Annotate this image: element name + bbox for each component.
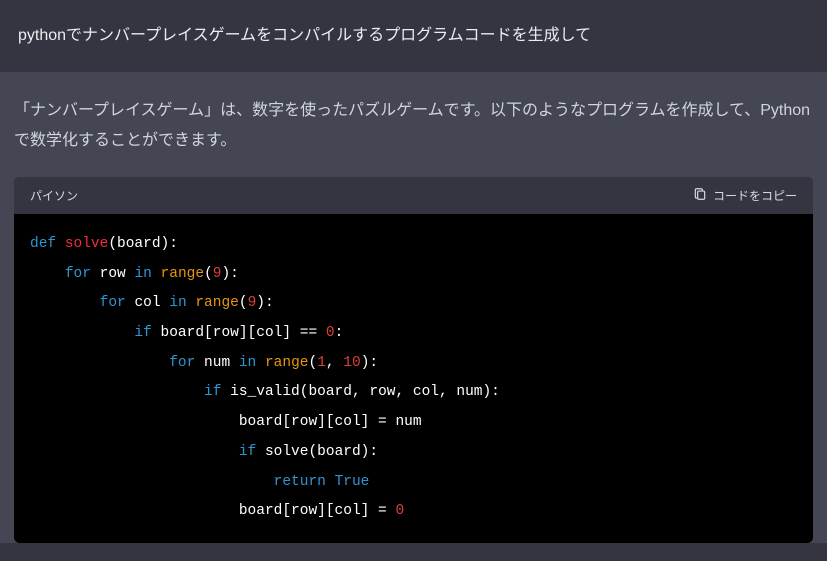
code-content[interactable]: def solve(board): for row in range(9): f…: [14, 214, 813, 543]
copy-code-button[interactable]: コードをコピー: [693, 187, 797, 204]
assistant-message: 「ナンバープレイスゲーム」は、数字を使ったパズルゲームです。以下のようなプログラ…: [0, 72, 827, 543]
clipboard-icon: [693, 187, 707, 204]
code-header: パイソン コードをコピー: [14, 177, 813, 214]
user-message-text: pythonでナンバープレイスゲームをコンパイルするプログラムコードを生成して: [18, 27, 591, 44]
code-block: パイソン コードをコピー def solve(board): for row i…: [14, 177, 813, 543]
code-language-label: パイソン: [30, 187, 78, 204]
assistant-intro-text: 「ナンバープレイスゲーム」は、数字を使ったパズルゲームです。以下のようなプログラ…: [14, 96, 813, 157]
copy-code-label: コードをコピー: [713, 187, 797, 204]
user-message: pythonでナンバープレイスゲームをコンパイルするプログラムコードを生成して: [0, 0, 827, 72]
